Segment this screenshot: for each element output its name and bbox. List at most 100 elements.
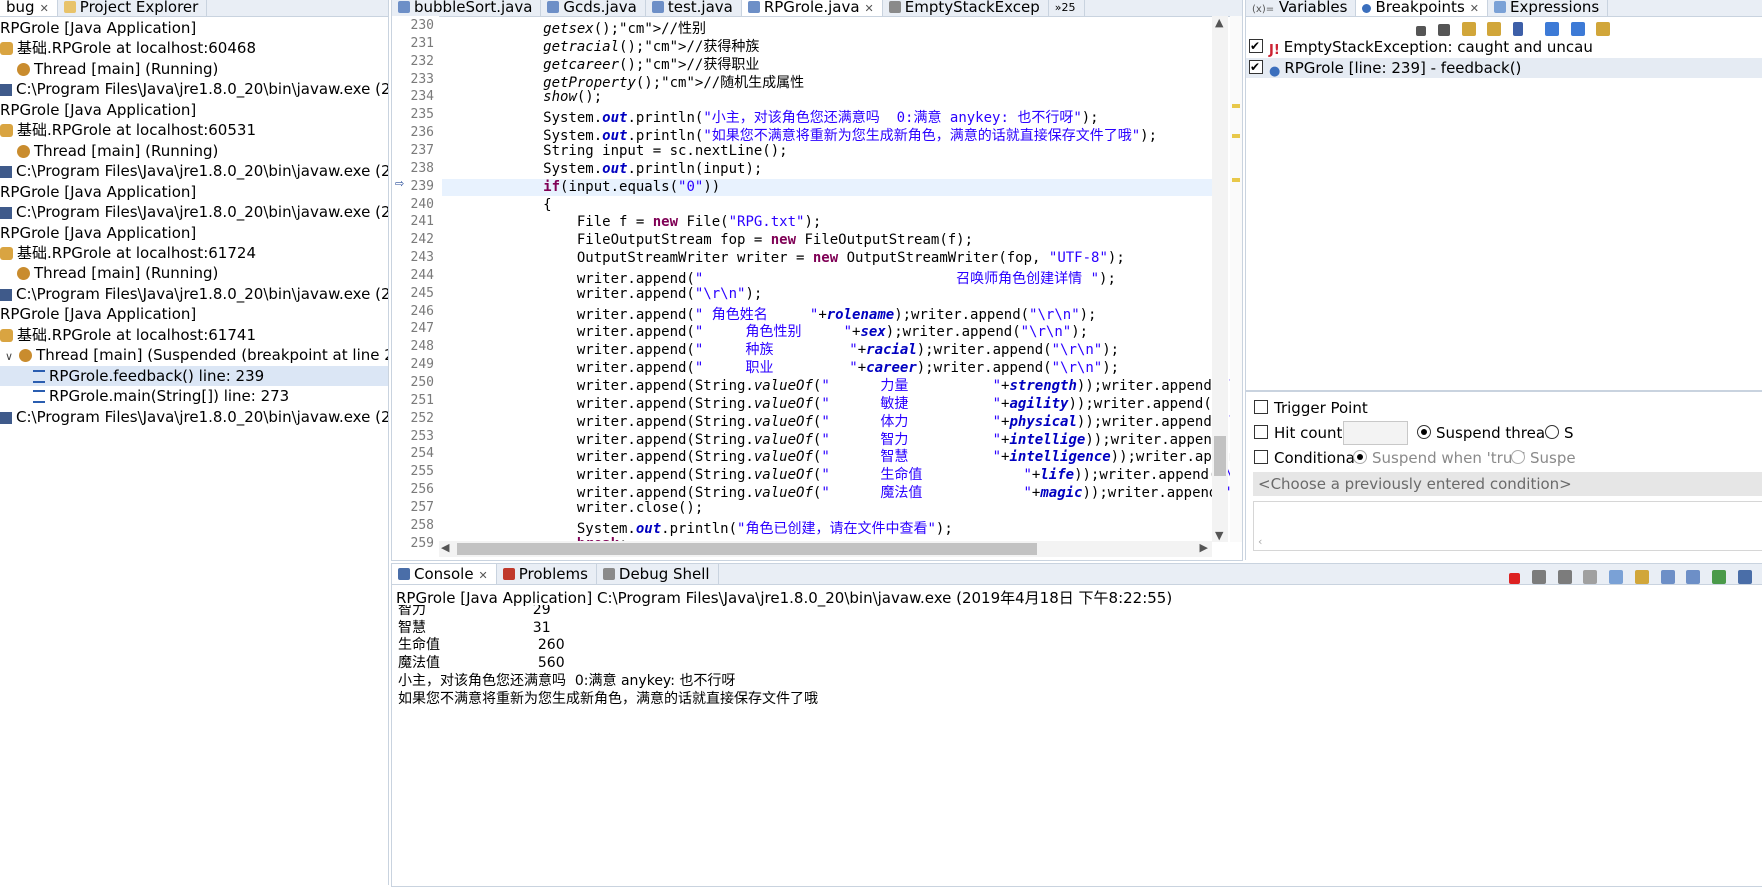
code-line[interactable]: { xyxy=(442,197,1212,215)
debug-tree-item[interactable]: 基础.RPGrole at localhost:61724 xyxy=(0,243,388,263)
word-wrap-icon[interactable] xyxy=(1634,570,1649,584)
scroll-down-icon[interactable]: ▼ xyxy=(1215,529,1223,542)
close-icon[interactable]: ✕ xyxy=(479,569,488,582)
code-line[interactable]: writer.append(String.valueOf(" 生命值 "+lif… xyxy=(442,464,1242,483)
code-line[interactable]: writer.append(String.valueOf(" 体力 "+phys… xyxy=(442,411,1242,430)
scroll-up-icon[interactable]: ▲ xyxy=(1215,16,1223,29)
debug-tree-item[interactable]: RPGrole [Java Application] xyxy=(0,304,388,324)
scroll-thumb[interactable] xyxy=(457,543,1037,555)
display-console-icon[interactable] xyxy=(1738,570,1752,584)
tab-gcds[interactable]: Gcds.java xyxy=(541,0,646,16)
scroll-left-icon[interactable]: ‹ xyxy=(1258,535,1262,548)
tab-debug[interactable]: bug ✕ xyxy=(0,0,58,16)
tab-bubblesort[interactable]: bubbleSort.java xyxy=(392,0,542,16)
code-line[interactable]: System.out.println("小主，对该角色您还满意吗 0:满意 an… xyxy=(442,107,1212,126)
tab-debug-shell[interactable]: Debug Shell xyxy=(597,564,719,584)
debug-tree-item[interactable]: ∨ Thread [main] (Suspended (breakpoint at… xyxy=(0,345,388,365)
code-line[interactable]: writer.append(" 角色姓名 "+rolename);writer.… xyxy=(442,304,1212,323)
chevron-down-icon[interactable]: ∨ xyxy=(5,350,13,363)
tab-rpgrole[interactable]: RPGrole.java ✕ xyxy=(741,0,883,16)
code-line[interactable]: writer.close(); xyxy=(442,500,1212,518)
suspend-when-true-option[interactable]: Suspend when 'true' xyxy=(1353,448,1526,468)
code-line[interactable]: writer.append(String.valueOf(" 力量 "+stre… xyxy=(442,375,1242,394)
vertical-scrollbar[interactable]: ▲ ▼ xyxy=(1212,16,1228,542)
suspend-when-true-radio[interactable] xyxy=(1353,450,1367,464)
suspend-thread-radio[interactable] xyxy=(1417,425,1431,439)
skip-all-icon[interactable] xyxy=(1513,22,1524,36)
hit-count-input[interactable] xyxy=(1343,421,1408,445)
debug-tree-item[interactable]: Thread [main] (Running) xyxy=(0,263,388,283)
console-output[interactable]: 智力 29 智慧 31 生命值 260 魔法值 560 小主，对该角色您还满意吗 0:满… xyxy=(392,605,1762,886)
code-line[interactable]: writer.append(" 角色性别 "+sex);writer.appen… xyxy=(442,321,1212,340)
debug-tree-item[interactable]: C:\Program Files\Java\jre1.8.0_20\bin\ja… xyxy=(0,407,388,427)
show-supported-icon[interactable] xyxy=(1461,22,1476,36)
code-line[interactable]: System.out.println("如果您不满意将重新为您生成新角色，满意的… xyxy=(442,125,1212,144)
tab-overflow[interactable]: »25 xyxy=(1049,0,1085,16)
remove-all-icon[interactable] xyxy=(1437,24,1450,36)
code-line[interactable]: writer.append(String.valueOf(" 敏捷 "+agil… xyxy=(442,393,1242,412)
horizontal-scrollbar[interactable]: ◀ ▶ xyxy=(439,541,1212,557)
tab-project-explorer[interactable]: Project Explorer xyxy=(58,0,208,16)
code-line-current[interactable]: if(input.equals("0")) xyxy=(442,178,1212,197)
hit-count-checkbox[interactable] xyxy=(1254,425,1268,439)
close-icon[interactable]: ✕ xyxy=(865,2,874,15)
stack-frame-selected[interactable]: RPGrole.feedback() line: 239 xyxy=(0,365,388,386)
tab-breakpoints[interactable]: Breakpoints ✕ xyxy=(1356,0,1488,16)
breakpoint-checkbox[interactable] xyxy=(1249,36,1263,56)
terminate-icon[interactable] xyxy=(1508,573,1520,584)
code-line[interactable]: writer.append(String.valueOf(" 智慧 "+inte… xyxy=(442,446,1242,465)
code-line[interactable]: System.out.println("角色已创建，请在文件中查看"); xyxy=(442,518,1212,537)
show-on-stdout-icon[interactable] xyxy=(1660,570,1675,584)
scroll-thumb[interactable] xyxy=(1214,436,1226,476)
trigger-point-option[interactable]: Trigger Point xyxy=(1254,398,1368,418)
scroll-right-icon[interactable]: ▶ xyxy=(1200,541,1208,554)
code-line[interactable]: System.out.println(input); xyxy=(442,161,1212,179)
debug-tree-item[interactable]: C:\Program Files\Java\jre1.8.0_20\bin\ja… xyxy=(0,284,388,304)
suspend-when-changed-option[interactable]: Suspe xyxy=(1511,448,1576,468)
clear-console-icon[interactable] xyxy=(1583,570,1598,584)
breakpoint-row-selected[interactable]: ●RPGrole [line: 239] - feedback() xyxy=(1246,57,1762,79)
code-line[interactable]: File f = new File("RPG.txt"); xyxy=(442,214,1212,232)
debug-tree-item[interactable]: C:\Program Files\Java\jre1.8.0_20\bin\ja… xyxy=(0,161,388,181)
remove-all-terminated-icon[interactable] xyxy=(1557,570,1572,584)
tab-test[interactable]: test.java xyxy=(646,0,742,16)
code-line[interactable]: writer.append("\r\n"); xyxy=(442,286,1212,304)
code-line[interactable]: writer.append(String.valueOf(" 魔法值 "+mag… xyxy=(442,482,1242,501)
close-icon[interactable]: ✕ xyxy=(40,2,49,15)
debug-tree-item[interactable]: 基础.RPGrole at localhost:60468 xyxy=(0,38,388,58)
link-icon[interactable] xyxy=(1596,22,1611,36)
annotation-marker[interactable] xyxy=(1232,104,1240,108)
condition-editor[interactable]: ‹ xyxy=(1253,501,1762,551)
debug-tree-item[interactable]: RPGrole [Java Application] xyxy=(0,18,388,38)
code-line[interactable]: String input = sc.nextLine(); xyxy=(442,143,1212,161)
annotation-marker[interactable] xyxy=(1232,178,1240,182)
debug-tree-item[interactable]: Thread [main] (Running) xyxy=(0,141,388,161)
scroll-lock-icon[interactable] xyxy=(1609,570,1624,584)
code-line[interactable]: getProperty();"cm">//随机生成属性 xyxy=(442,72,1212,91)
debug-tree-item[interactable]: RPGrole [Java Application] xyxy=(0,100,388,120)
sash[interactable] xyxy=(1246,390,1762,392)
remove-icon[interactable] xyxy=(1416,26,1426,36)
collapse-all-icon[interactable] xyxy=(1570,22,1585,36)
remove-launch-icon[interactable] xyxy=(1531,570,1546,584)
close-icon[interactable]: ✕ xyxy=(1470,2,1479,15)
conditional-checkbox[interactable] xyxy=(1254,450,1268,464)
debug-tree-item[interactable]: 基础.RPGrole at localhost:60531 xyxy=(0,120,388,140)
annotation-marker[interactable] xyxy=(1232,134,1240,138)
debug-tree-item[interactable]: 基础.RPGrole at localhost:61741 xyxy=(0,325,388,345)
code-line[interactable]: OutputStreamWriter writer = new OutputSt… xyxy=(442,250,1212,268)
hit-count-option[interactable]: Hit count: xyxy=(1254,423,1347,443)
expand-all-icon[interactable] xyxy=(1544,22,1559,36)
show-on-stderr-icon[interactable] xyxy=(1686,570,1701,584)
code-line[interactable]: getcareer();"cm">//获得职业 xyxy=(442,54,1212,73)
go-to-file-icon[interactable] xyxy=(1487,22,1502,36)
code-line[interactable]: getsex();"cm">//性别 xyxy=(442,18,1212,37)
condition-history-combo[interactable]: <Choose a previously entered condition> xyxy=(1253,472,1762,496)
tab-problems[interactable]: Problems xyxy=(497,564,597,584)
suspend-when-changed-radio[interactable] xyxy=(1511,450,1525,464)
breakpoint-row[interactable]: J!EmptyStackException: caught and uncau xyxy=(1249,36,1593,58)
code-line[interactable]: writer.append(" 职业 "+career);writer.appe… xyxy=(442,357,1212,376)
tab-console[interactable]: Console ✕ xyxy=(392,564,497,584)
code-line[interactable]: getracial();"cm">//获得种族 xyxy=(442,36,1212,55)
debug-tree-item[interactable]: RPGrole [Java Application] xyxy=(0,223,388,243)
